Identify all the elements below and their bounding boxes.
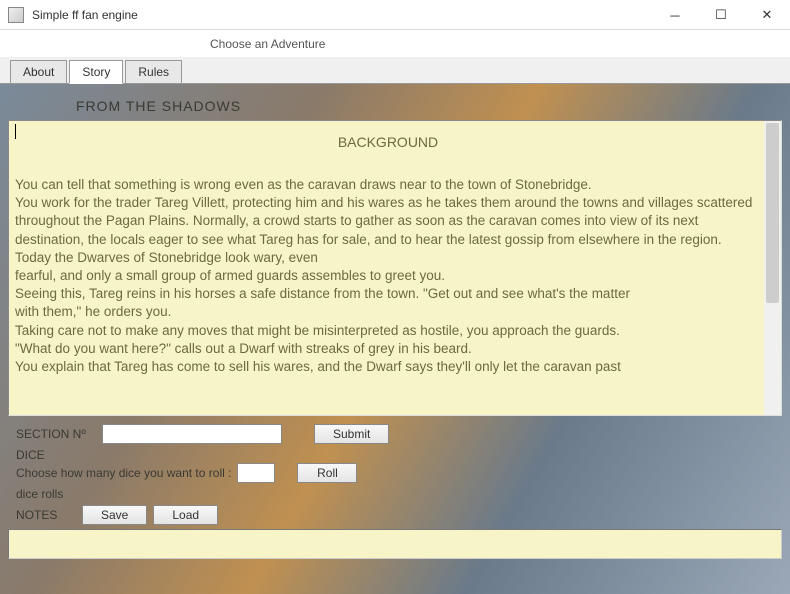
minimize-button[interactable]: ─ xyxy=(652,0,698,30)
maximize-button[interactable]: ☐ xyxy=(698,0,744,30)
dice-label: DICE xyxy=(16,448,96,462)
story-heading: BACKGROUND xyxy=(15,123,761,176)
save-button[interactable]: Save xyxy=(82,505,147,525)
adventure-title: FROM THE SHADOWS xyxy=(6,90,784,120)
load-button[interactable]: Load xyxy=(153,505,218,525)
notes-textbox[interactable] xyxy=(8,529,782,559)
app-icon xyxy=(8,7,24,23)
window-controls: ─ ☐ ✕ xyxy=(652,0,790,29)
titlebar: Simple ff fan engine ─ ☐ ✕ xyxy=(0,0,790,30)
section-input[interactable] xyxy=(102,424,282,444)
section-label: SECTION Nº xyxy=(16,427,96,441)
story-textbox[interactable]: BACKGROUND You can tell that something i… xyxy=(8,120,782,416)
close-button[interactable]: ✕ xyxy=(744,0,790,30)
scrollbar[interactable] xyxy=(764,121,781,415)
dice-rolls-label: dice rolls xyxy=(16,487,63,501)
tab-rules[interactable]: Rules xyxy=(125,60,182,83)
story-body: You can tell that something is wrong eve… xyxy=(15,176,761,376)
story-text: BACKGROUND You can tell that something i… xyxy=(9,121,781,384)
text-cursor xyxy=(15,124,16,139)
notes-label: NOTES xyxy=(16,508,76,522)
content-area: FROM THE SHADOWS BACKGROUND You can tell… xyxy=(0,84,790,594)
controls-panel: SECTION Nº Submit DICE Choose how many d… xyxy=(6,416,784,525)
menu-choose-adventure[interactable]: Choose an Adventure xyxy=(200,33,335,55)
tabbar: About Story Rules xyxy=(0,58,790,84)
window-title: Simple ff fan engine xyxy=(32,8,652,22)
menubar: Choose an Adventure xyxy=(0,30,790,58)
dice-input[interactable] xyxy=(237,463,275,483)
tab-about[interactable]: About xyxy=(10,60,67,83)
dice-prompt: Choose how many dice you want to roll : xyxy=(16,466,231,480)
submit-button[interactable]: Submit xyxy=(314,424,389,444)
scrollbar-thumb[interactable] xyxy=(766,123,779,303)
tab-story[interactable]: Story xyxy=(69,60,123,84)
roll-button[interactable]: Roll xyxy=(297,463,357,483)
